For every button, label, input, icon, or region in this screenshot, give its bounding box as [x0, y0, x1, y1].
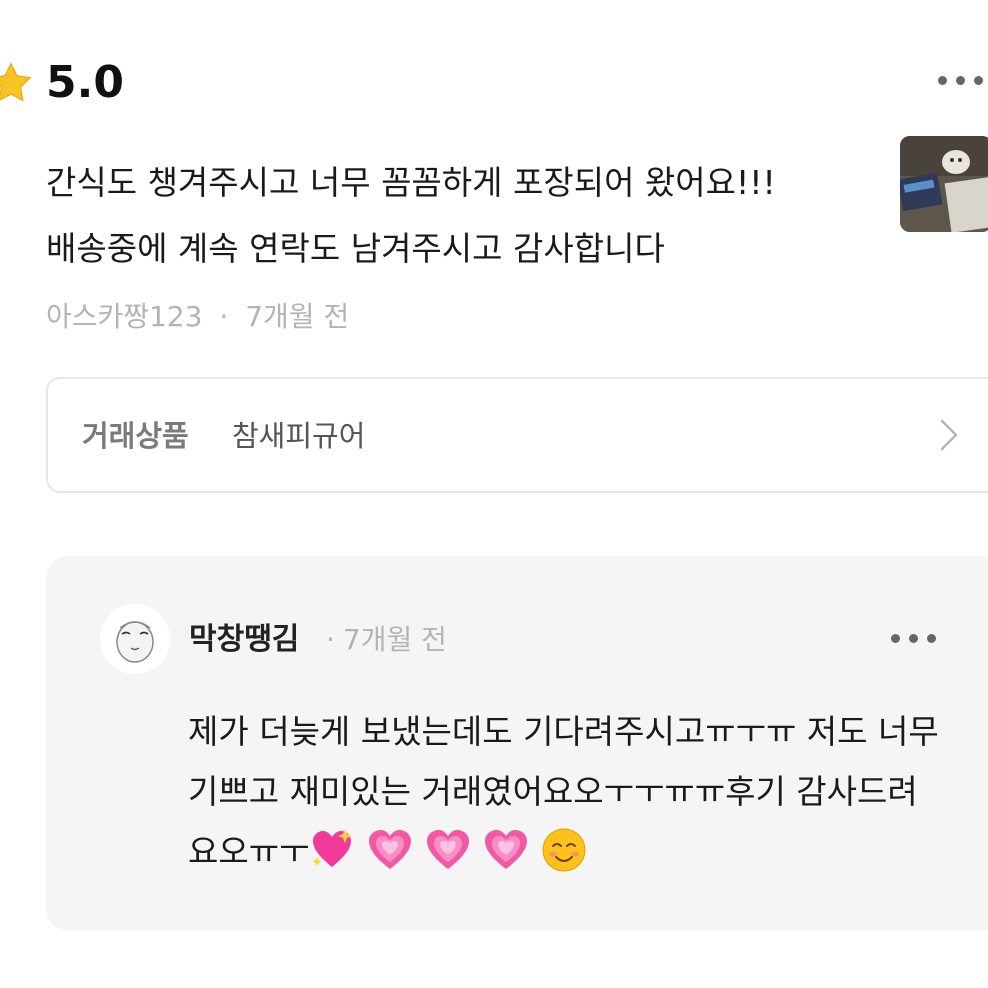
review-photo-thumbnail[interactable]: [900, 136, 988, 232]
traded-product-card[interactable]: 거래상품 참새피규어: [46, 377, 988, 493]
product-name: 참새피규어: [232, 419, 366, 453]
reply-time: 7개월 전: [342, 623, 447, 656]
star-icon: [0, 62, 32, 102]
seller-reply: 막창땡김 · 7개월 전 제가 더늦게 보냈는데도 기다려주시고ㅠㅜㅠ 저도 너무…: [46, 556, 988, 930]
product-label: 거래상품: [82, 419, 189, 453]
reply-more-options-icon[interactable]: [891, 634, 936, 643]
more-options-icon[interactable]: [938, 76, 983, 85]
review-text: 간식도 챙겨주시고 너무 꼼꼼하게 포장되어 왔어요!!! 배송중에 계속 연락…: [46, 163, 776, 268]
growing-heart-icon: [427, 830, 470, 869]
meta-separator: ·: [219, 300, 229, 333]
chevron-right-icon: [940, 419, 958, 451]
rating-value: 5.0: [46, 57, 124, 108]
review-meta: 아스카짱123 · 7개월 전: [46, 298, 349, 336]
reply-text-block: 제가 더늦게 보냈는데도 기다려주시고ㅠㅜㅠ 저도 너무 기쁘고 재미있는 거래…: [188, 702, 948, 882]
growing-heart-icon: [485, 830, 528, 869]
reply-time-wrap: · 7개월 전: [326, 620, 447, 660]
review-author: 아스카짱123: [46, 300, 203, 333]
smiling-face-icon: [542, 828, 586, 872]
growing-heart-icon: [369, 830, 412, 869]
meta-separator: ·: [326, 623, 335, 656]
sparkling-heart-icon: [312, 829, 353, 867]
avatar[interactable]: [100, 604, 170, 674]
reply-author: 막창땡김: [189, 622, 300, 657]
review-page: 5.0 간식도 챙겨주시고 너무 꼼꼼하게 포장되어 왔어요!!! 배송중에 계…: [0, 0, 988, 988]
review-time: 7개월 전: [245, 300, 350, 333]
